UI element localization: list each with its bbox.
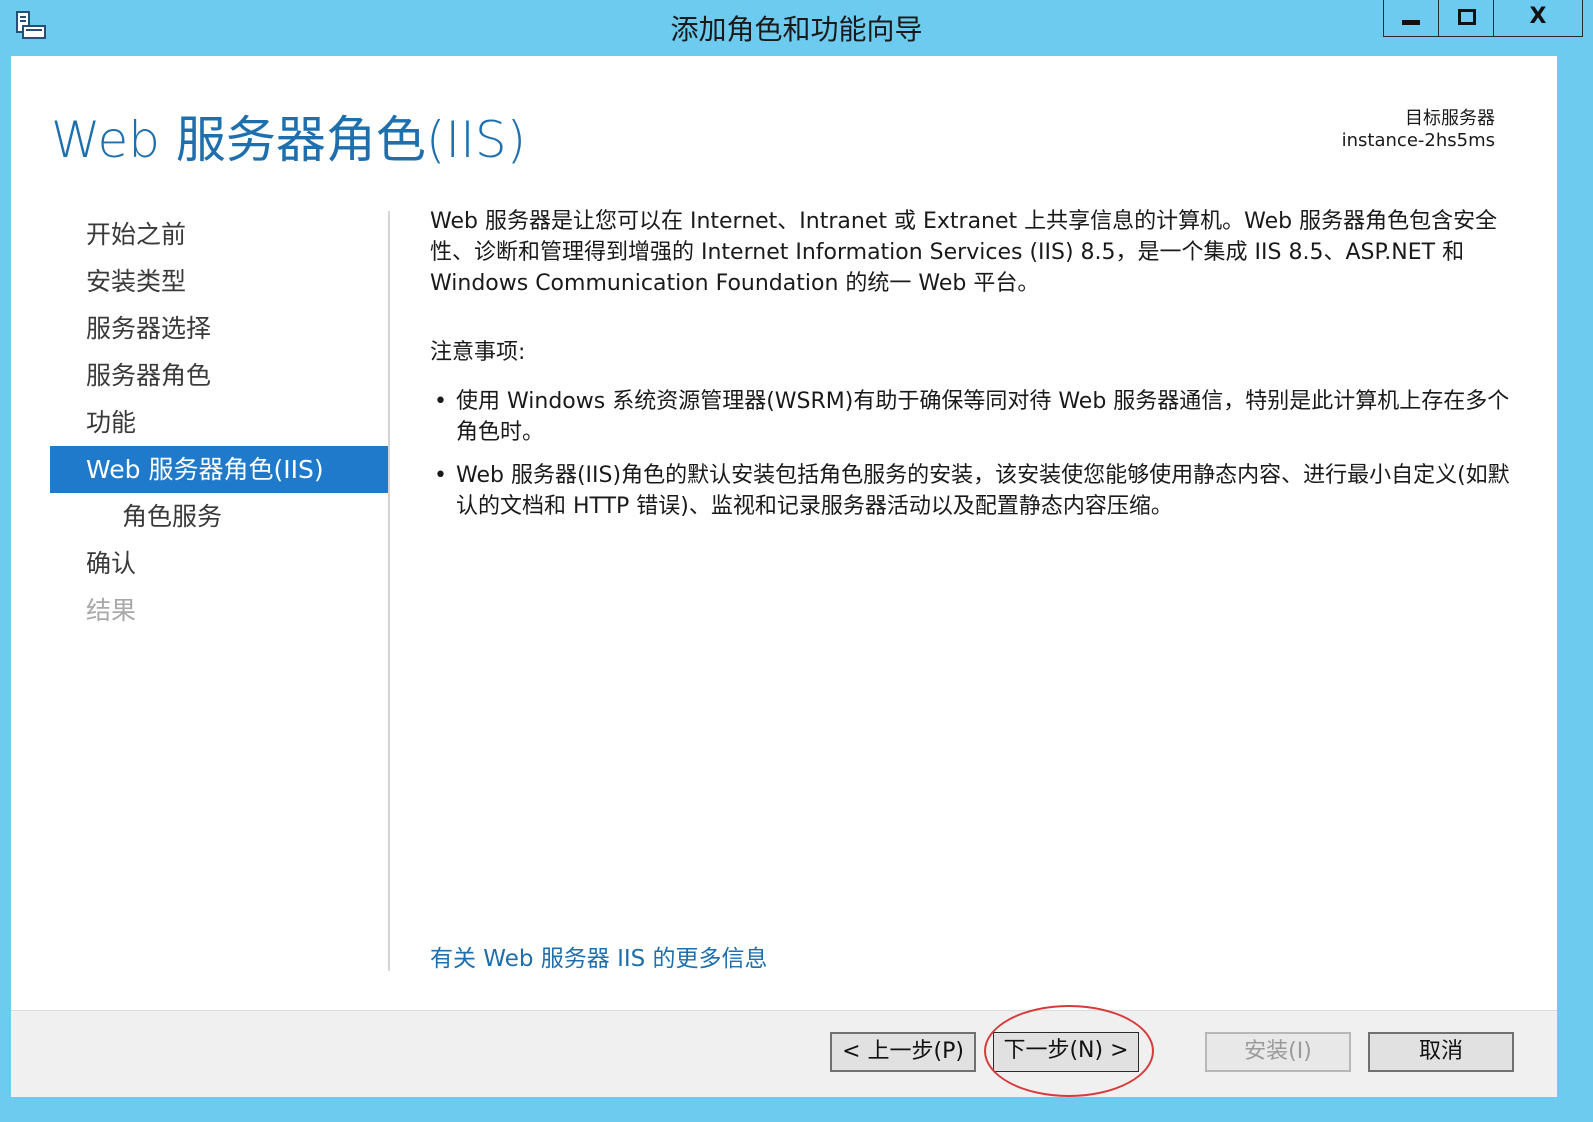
title-bar[interactable]: 添加角色和功能向导 X <box>0 0 1593 56</box>
more-info-link[interactable]: 有关 Web 服务器 IIS 的更多信息 <box>430 939 768 973</box>
nav-item-before-you-begin[interactable]: 开始之前 <box>50 211 388 258</box>
nav-item-server-selection[interactable]: 服务器选择 <box>50 305 388 352</box>
target-server-name: instance-2hs5ms <box>1341 130 1495 151</box>
notes-heading: 注意事项: <box>430 340 526 365</box>
target-server-label: 目标服务器 <box>1405 108 1495 129</box>
window-title: 添加角色和功能向导 <box>670 13 923 46</box>
wizard-window: Web 服务器角色(IIS) 目标服务器 instance-2hs5ms 开始之… <box>11 56 1557 1097</box>
bullet-icon: • <box>434 389 447 414</box>
nav-item-installation-type[interactable]: 安装类型 <box>50 258 388 305</box>
wizard-nav: 开始之前 安装类型 服务器选择 服务器角色 功能 Web 服务器角色(IIS) … <box>50 211 388 634</box>
list-item: • Web 服务器(IIS)角色的默认安装包括角色服务的安装，该安装使您能够使用… <box>430 460 1520 522</box>
list-item: • 使用 Windows 系统资源管理器(WSRM)有助于确保等同对待 Web … <box>430 386 1520 448</box>
install-button: 安装(I) <box>1205 1032 1351 1072</box>
annotation-circle <box>984 1005 1154 1097</box>
minimize-icon <box>1402 20 1420 25</box>
nav-item-web-server-role[interactable]: Web 服务器角色(IIS) <box>50 446 388 493</box>
minimize-button[interactable] <box>1384 0 1438 36</box>
nav-divider <box>388 211 390 971</box>
page-title: Web 服务器角色(IIS) <box>51 111 527 169</box>
wizard-footer: < 上一步(P) 下一步(N) > 安装(I) 取消 <box>11 1005 1557 1097</box>
list-item-text: 使用 Windows 系统资源管理器(WSRM)有助于确保等同对待 Web 服务… <box>456 389 1510 445</box>
nav-item-server-roles[interactable]: 服务器角色 <box>50 352 388 399</box>
maximize-icon <box>1458 9 1476 25</box>
bullet-icon: • <box>434 463 447 488</box>
maximize-button[interactable] <box>1438 0 1493 36</box>
nav-item-role-services[interactable]: 角色服务 <box>50 493 388 540</box>
previous-button[interactable]: < 上一步(P) <box>830 1032 976 1072</box>
close-button[interactable]: X <box>1493 0 1582 36</box>
nav-item-results: 结果 <box>86 596 137 625</box>
cancel-button[interactable]: 取消 <box>1368 1032 1514 1072</box>
window-controls: X <box>1383 0 1583 37</box>
role-description: Web 服务器是让您可以在 Internet、Intranet 或 Extran… <box>430 209 1498 296</box>
content-panel: Web 服务器是让您可以在 Internet、Intranet 或 Extran… <box>430 206 1520 534</box>
nav-item-confirmation[interactable]: 确认 <box>50 540 388 587</box>
close-icon: X <box>1529 4 1547 29</box>
nav-item-features[interactable]: 功能 <box>50 399 388 446</box>
list-item-text: Web 服务器(IIS)角色的默认安装包括角色服务的安装，该安装使您能够使用静态… <box>456 463 1510 519</box>
notes-list: • 使用 Windows 系统资源管理器(WSRM)有助于确保等同对待 Web … <box>430 386 1520 522</box>
